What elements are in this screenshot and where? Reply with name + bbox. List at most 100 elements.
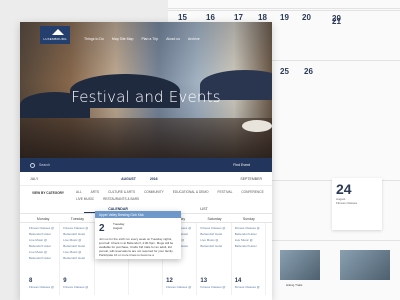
nav-link-plan-trip[interactable]: Plan a Trip (141, 37, 158, 41)
event-popup-title: Upper Valley Brewing Club Kick (95, 211, 181, 218)
calendar-event-item[interactable]: Live Music @ (63, 238, 90, 243)
nav-link-map[interactable]: Map Site Map (112, 37, 134, 41)
weekday-label: Monday (36, 217, 50, 221)
category-list: ALL ARTS CULTURE & ARTS COMMUNITY EDUCAT… (76, 190, 264, 201)
logo-text: LUXEMBOURG (43, 37, 67, 41)
bg-day: 21 (332, 17, 341, 26)
calendar-event-item[interactable]: Fitness Classes @ (29, 226, 56, 231)
calendar-day-cell[interactable]: Fitness Classes @Bettendorf HotelLive Mu… (60, 223, 95, 275)
event-popup-description: Join us for the sixth run every week on … (99, 237, 174, 257)
hero-banner: LUXEMBOURG Things to Do Map Site Map Pla… (20, 22, 272, 172)
calendar-week: 8 Fitness Classes @9 Fitness Classes @12 Fi… (20, 275, 272, 295)
bg-highlighted-day: 24 August Fitness Classes (332, 178, 382, 230)
weekday-label: Tuesday (70, 217, 85, 221)
category-culture-arts[interactable]: CULTURE & ARTS (108, 190, 135, 194)
calendar-day-number: 12 (166, 278, 173, 284)
hat-shape (242, 120, 272, 132)
calendar-event-item[interactable]: Bettendorf Hotel (63, 232, 90, 237)
calendar-event-item[interactable]: Live Music @ (200, 238, 227, 243)
bg-day: 20 (302, 13, 311, 22)
crowd-shape (20, 118, 272, 158)
bg-highlight-sub: Fitness Classes (336, 201, 358, 205)
category-all[interactable]: ALL (76, 190, 82, 194)
calendar-event-item[interactable]: Live Music @ (235, 238, 262, 243)
calendar-day-number: 8 (29, 278, 33, 284)
calendar-event-item[interactable]: Bettendorf Hotel (200, 244, 227, 249)
category-conference[interactable]: CONFERENCE (241, 190, 263, 194)
calendar-day-cell[interactable]: Fitness Classes @Bettendorf HotelLive Mu… (197, 223, 232, 275)
category-live-music[interactable]: LIVE MUSIC (76, 197, 94, 201)
search-bar: Search Find Event (20, 158, 272, 172)
calendar-event-item[interactable]: Fitness Classes @ (200, 226, 227, 231)
calendar-event-item[interactable]: Fitness Classes @ (29, 285, 56, 290)
calendar-event-item[interactable]: Live Music @ (63, 250, 90, 255)
calendar-event-item[interactable]: Fitness Classes @ (166, 285, 193, 290)
calendar-event-item[interactable]: Fitness Classes @ (63, 285, 90, 290)
bg-caption: Hiking Trails (286, 283, 303, 287)
find-event-button[interactable]: Find Event (233, 163, 262, 167)
nav-link-things-to-do[interactable]: Things to Do (84, 37, 104, 41)
calendar-event-item[interactable]: Bettendorf Hotel (63, 244, 90, 249)
bg-highlight-number: 24 (336, 181, 352, 197)
category-arts[interactable]: ARTS (91, 190, 99, 194)
calendar-event-item[interactable]: Bettendorf Hotel (29, 244, 56, 249)
calendar-event-item[interactable]: Bettendorf Hotel (235, 244, 262, 249)
category-festival[interactable]: FESTIVAL (218, 190, 233, 194)
bg-day: 26 (304, 67, 313, 76)
calendar-event-item[interactable]: Bettendorf Hotel (200, 232, 227, 237)
event-popup-day: 2 (99, 223, 105, 234)
calendar-day-number: 14 (234, 278, 242, 284)
nav-link-archive[interactable]: Archive (188, 37, 200, 41)
year-select[interactable]: 2016 (150, 177, 158, 181)
page-title: Festival and Events (71, 88, 221, 106)
category-community[interactable]: COMMUNITY (144, 190, 164, 194)
weekday-label: Sunday (242, 217, 255, 221)
mountain-icon (52, 29, 65, 35)
calendar-event-item[interactable]: Fitness Classes @ (200, 285, 227, 290)
calendar-day-cell[interactable]: 9 Fitness Classes @ (60, 275, 95, 295)
screenshot-stage: 15 16 17 18 19 20 20 21 22 23 24 25 26 2… (0, 0, 400, 300)
month-navigation: JULY AUGUST 2016 SEPTEMBER (20, 172, 272, 186)
next-month-link[interactable]: SEPTEMBER (240, 177, 262, 181)
calendar-day-cell[interactable]: 12 Fitness Classes @ (163, 275, 198, 295)
nav-link-about[interactable]: About us (166, 37, 180, 41)
top-nav: LUXEMBOURG Things to Do Map Site Map Pla… (20, 22, 272, 48)
prev-month-link[interactable]: JULY (30, 177, 38, 181)
calendar-day-cell[interactable]: 8 Fitness Classes @ (26, 275, 61, 295)
calendar-day-cell[interactable] (95, 275, 129, 295)
calendar-event-item[interactable]: Bettendorf Hotel (29, 232, 56, 237)
calendar-day-cell[interactable] (129, 275, 164, 295)
site-logo[interactable]: LUXEMBOURG (40, 26, 70, 44)
bg-calendar-row: 20 (168, 10, 400, 23)
event-popup-month: August (113, 226, 123, 230)
event-popup[interactable]: Upper Valley Brewing Club Kick 2 Tuesday… (95, 211, 181, 259)
calendar-event-item[interactable]: Live Music @ (29, 250, 56, 255)
calendar-event-item[interactable]: Bettendorf Hotel (63, 256, 90, 261)
tab-list[interactable]: LIST (200, 207, 207, 213)
calendar-event-item[interactable]: Bettendorf Hotel (235, 232, 262, 237)
calendar-event-item[interactable]: Live Music @ (29, 238, 56, 243)
category-educational[interactable]: EDUCATIONAL & DEMO (173, 190, 209, 194)
calendar-day-number: 13 (200, 278, 208, 284)
calendar-day-number: 9 (63, 278, 67, 284)
category-filter: VIEW BY CATEGORY ALL ARTS CULTURE & ARTS… (20, 186, 272, 204)
calendar-event-item[interactable]: Fitness Classes @ (235, 285, 262, 290)
calendar-event-item[interactable]: Bettendorf Hotel (29, 256, 56, 261)
search-icon (30, 162, 35, 168)
bg-photo-thumbnail (340, 250, 390, 280)
calendar-event-item[interactable]: Fitness Classes @ (235, 226, 262, 231)
category-filter-label: VIEW BY CATEGORY (32, 191, 64, 195)
calendar-day-cell[interactable]: Fitness Classes @Bettendorf HotelLive Mu… (26, 223, 61, 275)
calendar-day-cell[interactable]: 14 Fitness Classes @ (232, 275, 266, 295)
calendar-event-item[interactable]: Fitness Classes @ (63, 226, 90, 231)
weekday-label: Saturday (207, 217, 222, 221)
calendar-day-cell[interactable]: Fitness Classes @Bettendorf HotelLive Mu… (232, 223, 266, 275)
search-input[interactable]: Search (39, 163, 233, 167)
bg-calendar-row: 15 16 17 18 19 20 (168, 8, 400, 22)
category-restaurants[interactable]: RESTAURANTS & BARS (103, 197, 139, 201)
nav-links: Things to Do Map Site Map Plan a Trip Ab… (84, 37, 200, 41)
calendar-day-cell[interactable]: 13 Fitness Classes @ (197, 275, 232, 295)
event-popup-date: Tuesday August (113, 222, 124, 230)
bg-photo-thumbnail (280, 250, 320, 280)
month-select[interactable]: AUGUST (121, 177, 136, 181)
